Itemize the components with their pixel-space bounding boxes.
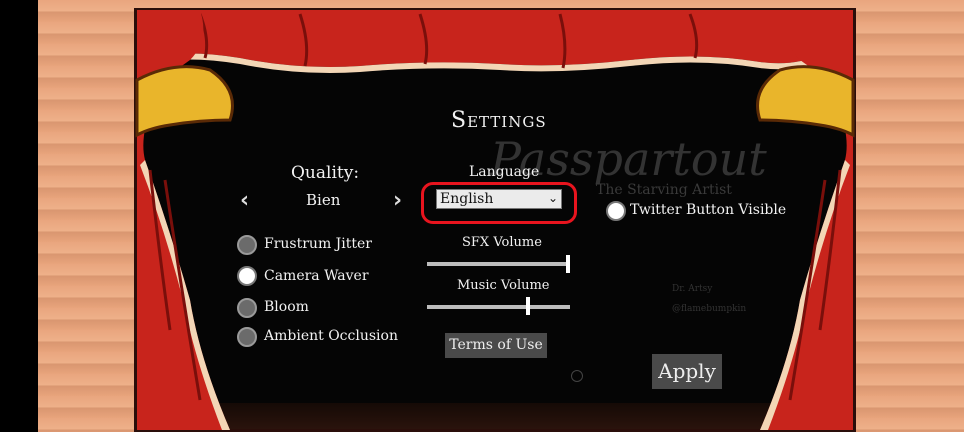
- ambient-occlusion-label: Ambient Occlusion: [264, 328, 398, 344]
- camera-waver-label: Camera Waver: [264, 268, 369, 284]
- frustrum-jitter-label: Frustrum Jitter: [264, 236, 372, 252]
- music-volume-handle[interactable]: [526, 297, 530, 315]
- bloom-label: Bloom: [264, 299, 309, 315]
- quality-next-arrow-icon[interactable]: ›: [393, 188, 402, 213]
- terms-of-use-button[interactable]: Terms of Use: [445, 333, 547, 358]
- quality-value: Bien: [306, 191, 341, 209]
- camera-waver-toggle[interactable]: [237, 266, 257, 286]
- bloom-toggle[interactable]: [237, 298, 257, 318]
- frustrum-jitter-toggle[interactable]: [237, 235, 257, 255]
- settings-title: Settings: [451, 108, 547, 133]
- language-label: Language: [469, 164, 540, 180]
- twitter-visible-toggle[interactable]: [606, 201, 626, 221]
- sfx-volume-label: SFX Volume: [462, 235, 542, 250]
- sfx-volume-track[interactable]: [427, 262, 570, 266]
- apply-button[interactable]: Apply: [652, 354, 722, 389]
- quality-prev-arrow-icon[interactable]: ‹: [240, 188, 249, 213]
- language-highlight-annotation: [421, 182, 577, 224]
- twitter-visible-label: Twitter Button Visible: [630, 202, 787, 218]
- sfx-volume-handle[interactable]: [566, 255, 570, 273]
- ambient-occlusion-toggle[interactable]: [237, 327, 257, 347]
- music-volume-label: Music Volume: [457, 278, 550, 293]
- quality-label: Quality:: [291, 163, 360, 183]
- music-volume-track[interactable]: [427, 305, 570, 309]
